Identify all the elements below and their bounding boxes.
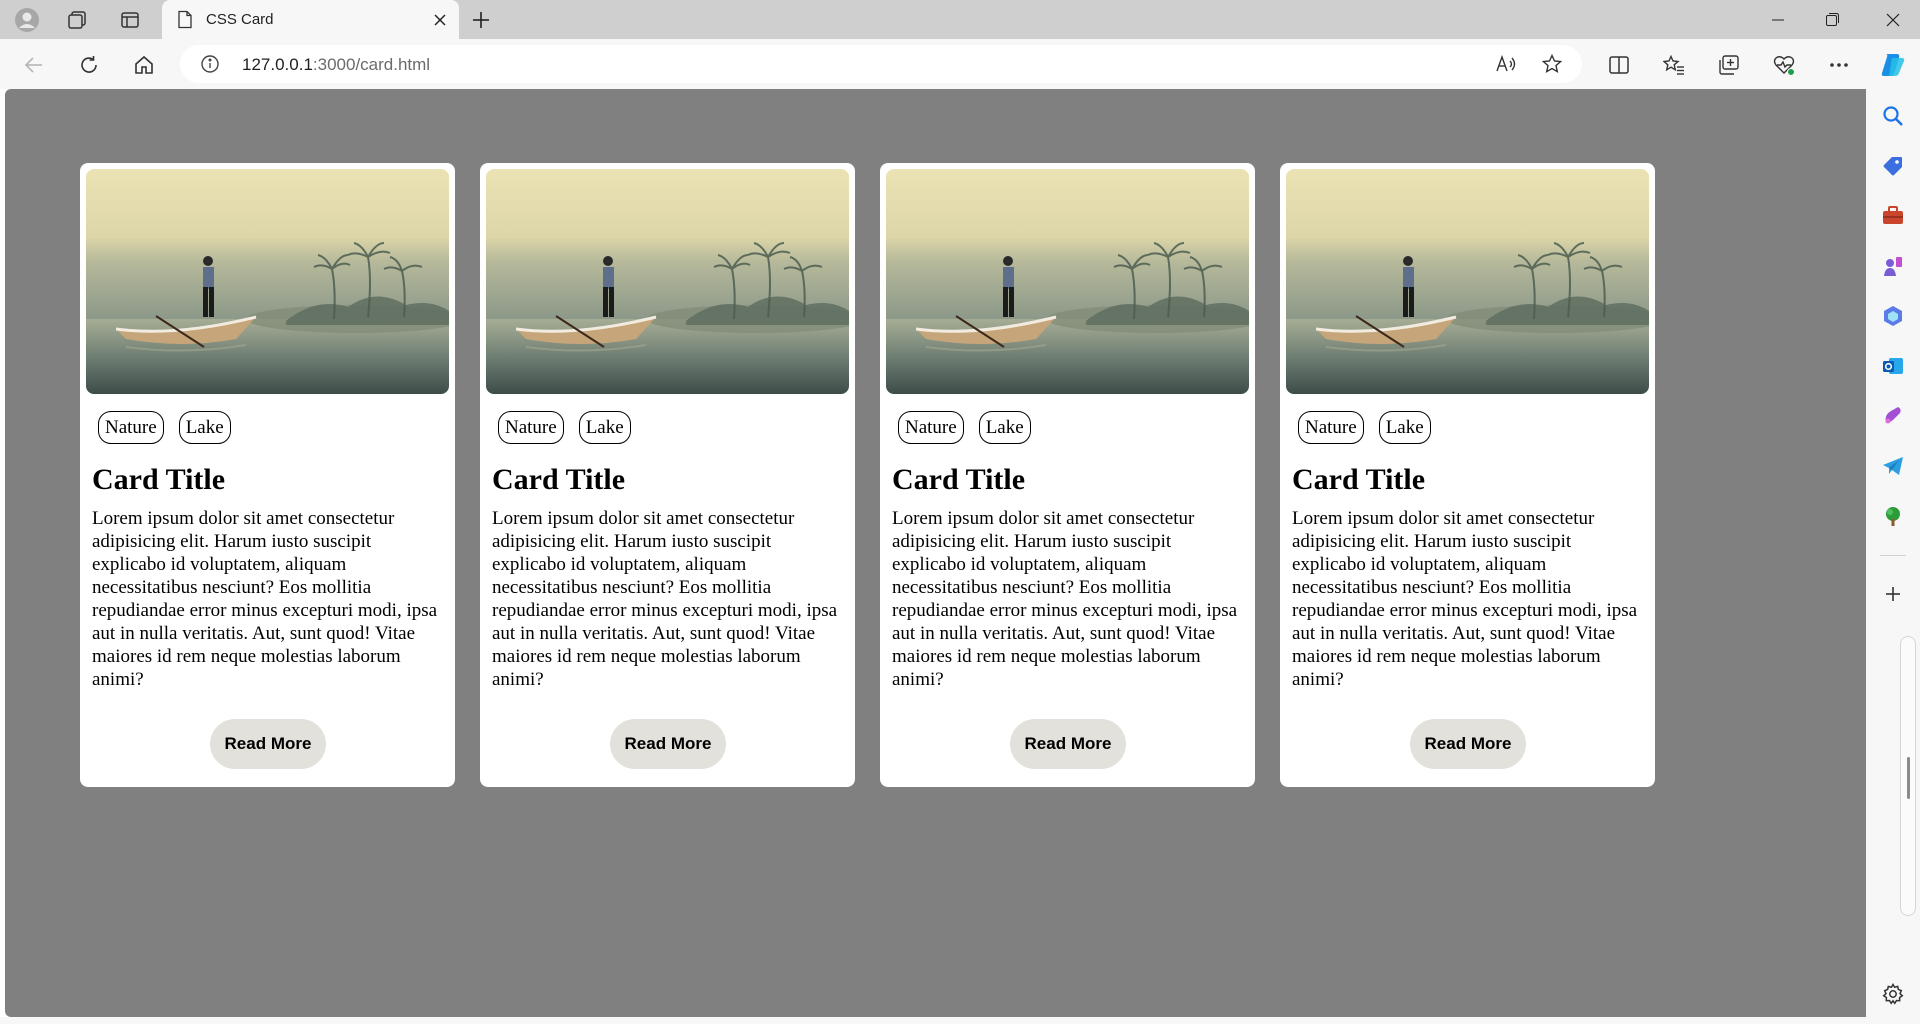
sky xyxy=(486,169,849,319)
add-icon[interactable] xyxy=(1878,579,1908,609)
shopping-tag-icon[interactable] xyxy=(1878,151,1908,181)
url-text[interactable]: 127.0.0.1:3000/card.html xyxy=(242,55,430,75)
sky xyxy=(886,169,1249,319)
card-text: Lorem ipsum dolor sit amet consectetur a… xyxy=(492,508,838,690)
site-info-icon[interactable] xyxy=(200,54,220,79)
tag-lake: Lake xyxy=(978,411,1031,444)
card-text: Lorem ipsum dolor sit amet consectetur a… xyxy=(1292,508,1638,690)
tag-nature: Nature xyxy=(498,411,564,444)
page-viewport: Nature Lake Card Title Lorem ipsum dolor… xyxy=(5,89,1866,1017)
card-text: Lorem ipsum dolor sit amet consectetur a… xyxy=(892,508,1238,690)
search-icon[interactable] xyxy=(1878,101,1908,131)
card-title: Card Title xyxy=(892,463,1026,496)
card-list: Nature Lake Card Title Lorem ipsum dolor… xyxy=(80,163,1655,787)
sidebar-divider xyxy=(1880,555,1906,556)
card-image xyxy=(1286,169,1649,394)
tab-css-card[interactable]: CSS Card xyxy=(162,0,459,39)
address-bar[interactable]: 127.0.0.1:3000/card.html xyxy=(180,45,1582,83)
tag-list: Nature Lake xyxy=(98,411,231,444)
sidebar-scrollbar[interactable] xyxy=(1900,636,1916,916)
outlook-icon[interactable] xyxy=(1878,351,1908,381)
games-icon[interactable] xyxy=(1878,251,1908,281)
settings-icon[interactable] xyxy=(1878,979,1908,1009)
tools-icon[interactable] xyxy=(1878,201,1908,231)
close-window-button[interactable] xyxy=(1865,0,1920,39)
close-tab-icon[interactable] xyxy=(429,9,451,31)
card-image xyxy=(886,169,1249,394)
card-text: Lorem ipsum dolor sit amet consectetur a… xyxy=(92,508,438,690)
tag-lake: Lake xyxy=(178,411,231,444)
tag-lake: Lake xyxy=(578,411,631,444)
card-image xyxy=(86,169,449,394)
tag-list: Nature Lake xyxy=(498,411,631,444)
sky xyxy=(86,169,449,319)
title-bar: CSS Card xyxy=(0,0,1920,39)
heart-pulse-icon[interactable] xyxy=(1768,49,1800,81)
url-host: 127.0.0.1 xyxy=(242,55,313,74)
tab-title: CSS Card xyxy=(206,11,274,28)
read-more-button[interactable]: Read More xyxy=(1410,719,1526,769)
tag-list: Nature Lake xyxy=(1298,411,1431,444)
window-bottom-edge xyxy=(0,1017,1866,1024)
profile-icon[interactable] xyxy=(12,5,42,35)
browser-toolbar: 127.0.0.1:3000/card.html xyxy=(0,39,1920,89)
tag-nature: Nature xyxy=(1298,411,1364,444)
url-path: :3000/card.html xyxy=(312,55,431,74)
microsoft-365-icon[interactable] xyxy=(1878,301,1908,331)
card-title: Card Title xyxy=(492,463,626,496)
card: Nature Lake Card Title Lorem ipsum dolor… xyxy=(880,163,1255,787)
read-aloud-icon[interactable] xyxy=(1491,49,1521,79)
card-title: Card Title xyxy=(92,463,226,496)
page-icon xyxy=(177,10,193,34)
collections-icon[interactable] xyxy=(1713,49,1745,81)
tag-lake: Lake xyxy=(1378,411,1431,444)
new-tab-button[interactable] xyxy=(466,5,496,35)
refresh-button[interactable] xyxy=(73,49,105,81)
split-screen-icon[interactable] xyxy=(1603,49,1635,81)
favorites-icon[interactable] xyxy=(1658,49,1690,81)
card: Nature Lake Card Title Lorem ipsum dolor… xyxy=(480,163,855,787)
card: Nature Lake Card Title Lorem ipsum dolor… xyxy=(80,163,455,787)
back-button[interactable] xyxy=(18,49,50,81)
star-icon[interactable] xyxy=(1537,49,1567,79)
tag-list: Nature Lake xyxy=(898,411,1031,444)
read-more-button[interactable]: Read More xyxy=(210,719,326,769)
scrollbar-thumb[interactable] xyxy=(1907,757,1910,799)
tag-nature: Nature xyxy=(898,411,964,444)
restore-button[interactable] xyxy=(1805,0,1860,39)
card-title: Card Title xyxy=(1292,463,1426,496)
sky xyxy=(1286,169,1649,319)
card: Nature Lake Card Title Lorem ipsum dolor… xyxy=(1280,163,1655,787)
vertical-tabs-icon[interactable] xyxy=(115,5,145,35)
minimize-button[interactable] xyxy=(1750,0,1805,39)
home-button[interactable] xyxy=(128,49,160,81)
read-more-button[interactable]: Read More xyxy=(1010,719,1126,769)
tree-icon[interactable] xyxy=(1878,501,1908,531)
card-image xyxy=(486,169,849,394)
tag-nature: Nature xyxy=(98,411,164,444)
more-icon[interactable] xyxy=(1823,49,1855,81)
read-more-button[interactable]: Read More xyxy=(610,719,726,769)
copilot-icon[interactable] xyxy=(1877,49,1909,81)
workspaces-icon[interactable] xyxy=(62,5,92,35)
designer-icon[interactable] xyxy=(1878,401,1908,431)
telegram-icon[interactable] xyxy=(1878,451,1908,481)
